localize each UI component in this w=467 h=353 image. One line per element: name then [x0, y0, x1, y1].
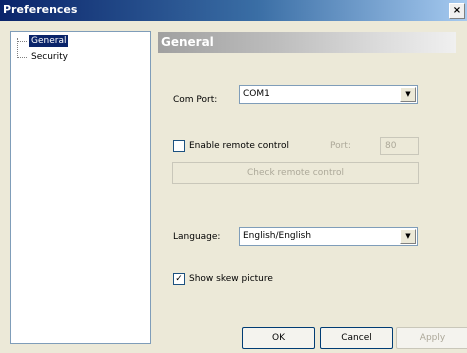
chevron-down-icon[interactable]: ▼	[400, 229, 416, 244]
enable-remote-checkbox[interactable]	[173, 140, 185, 152]
preferences-window: Preferences × General Security General C…	[0, 0, 467, 353]
tree-connector-branch	[17, 57, 27, 58]
com-port-select[interactable]: COM1 ▼	[239, 85, 418, 104]
checkmark-icon: ✓	[175, 274, 183, 284]
apply-button-label: Apply	[419, 333, 446, 343]
section-header: General	[158, 32, 456, 53]
port-label: Port:	[330, 141, 351, 151]
sidebar-item-label: General	[29, 35, 69, 47]
window-title: Preferences	[3, 3, 78, 16]
tree-connector-branch	[17, 41, 27, 42]
ok-button-label: OK	[272, 333, 285, 343]
port-input[interactable]: 80	[380, 137, 419, 155]
check-remote-button[interactable]: Check remote control	[172, 162, 419, 184]
port-value: 80	[385, 141, 397, 151]
language-label: Language:	[173, 232, 221, 242]
language-value: English/English	[243, 231, 312, 241]
cancel-button[interactable]: Cancel	[320, 327, 393, 349]
ok-button[interactable]: OK	[242, 327, 315, 349]
check-remote-button-label: Check remote control	[247, 168, 344, 178]
com-port-value: COM1	[243, 89, 270, 99]
enable-remote-label[interactable]: Enable remote control	[189, 140, 289, 152]
apply-button[interactable]: Apply	[396, 327, 467, 349]
show-skew-checkbox[interactable]: ✓	[173, 273, 185, 285]
close-button[interactable]: ×	[449, 3, 465, 19]
language-select[interactable]: English/English ▼	[239, 227, 418, 246]
title-bar[interactable]: Preferences ×	[0, 0, 467, 21]
close-icon: ×	[452, 5, 462, 16]
show-skew-label[interactable]: Show skew picture	[189, 273, 273, 285]
section-title: General	[161, 35, 214, 49]
settings-tree: General Security	[10, 31, 151, 344]
cancel-button-label: Cancel	[341, 333, 372, 343]
sidebar-item-label: Security	[31, 52, 68, 62]
com-port-label: Com Port:	[173, 95, 218, 105]
chevron-down-icon[interactable]: ▼	[400, 87, 416, 102]
